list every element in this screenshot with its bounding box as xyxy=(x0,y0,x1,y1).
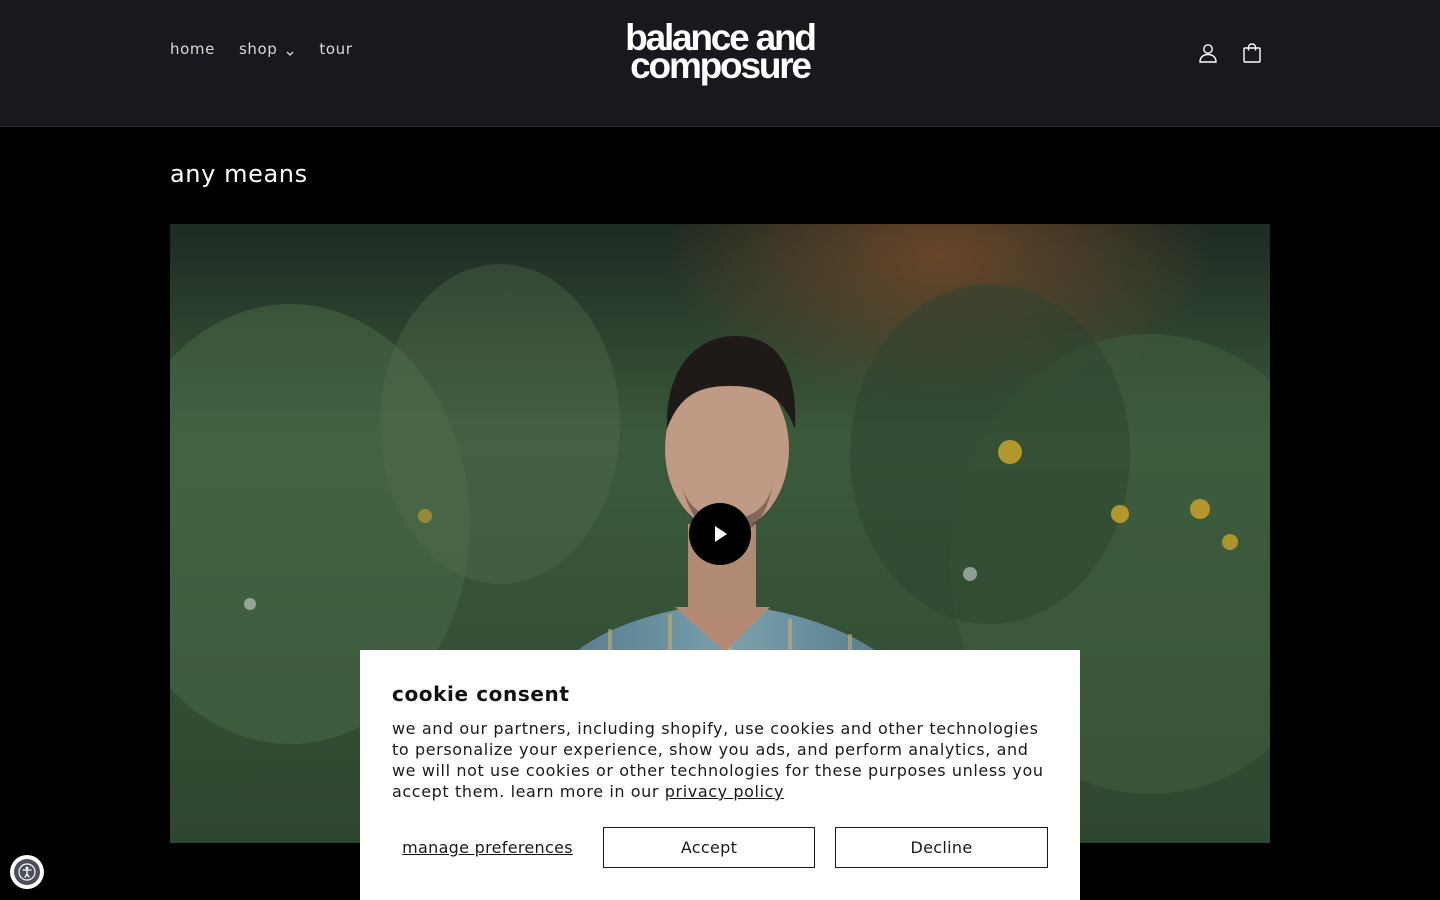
nav-shop[interactable]: shop xyxy=(239,40,295,58)
site-logo[interactable]: balance and composure xyxy=(620,19,820,86)
play-button[interactable] xyxy=(689,503,751,565)
privacy-policy-link[interactable]: privacy policy xyxy=(665,782,784,801)
manage-preferences-button[interactable]: manage preferences xyxy=(392,827,583,868)
accept-button[interactable]: Accept xyxy=(603,827,815,868)
account-icon[interactable] xyxy=(1193,38,1223,68)
header-icons xyxy=(1193,38,1281,68)
play-icon xyxy=(715,526,727,542)
nav-home[interactable]: home xyxy=(170,40,215,58)
nav-shop-label: shop xyxy=(238,40,278,58)
page-title: any means xyxy=(170,160,308,188)
nav-tour[interactable]: tour xyxy=(319,40,352,58)
cookie-consent-banner: cookie consent we and our partners, incl… xyxy=(360,650,1080,900)
site-header: home shop tour balance and composure xyxy=(0,0,1440,127)
decline-button[interactable]: Decline xyxy=(835,827,1048,868)
logo-line-2: composure xyxy=(630,45,812,86)
cookie-body: we and our partners, including shopify, … xyxy=(392,718,1048,802)
cart-icon[interactable] xyxy=(1237,38,1267,68)
cookie-actions: manage preferences Accept Decline xyxy=(392,827,1048,868)
chevron-down-icon xyxy=(285,44,295,56)
accessibility-icon xyxy=(14,859,40,885)
cookie-title: cookie consent xyxy=(392,682,570,706)
main-nav: home shop tour xyxy=(170,40,377,58)
accessibility-button[interactable] xyxy=(10,855,44,889)
